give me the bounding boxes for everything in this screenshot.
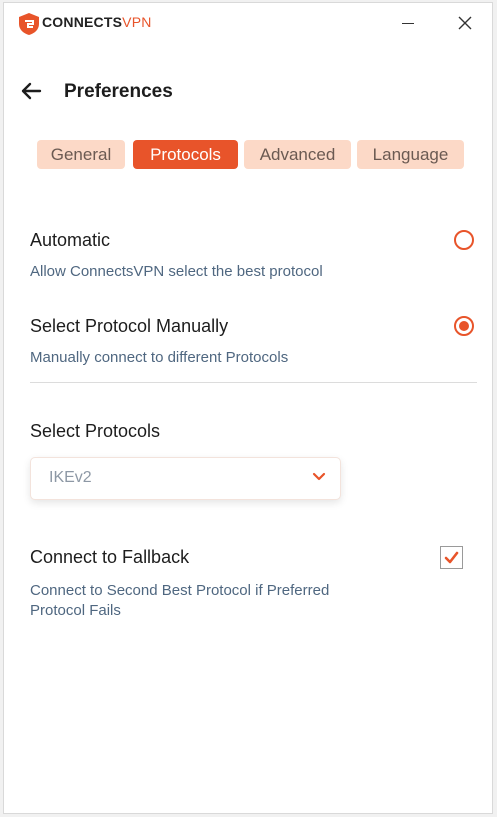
close-icon: [458, 16, 472, 30]
close-button[interactable]: [455, 13, 475, 33]
brand-main-text: CONNECTS: [42, 14, 123, 30]
fallback-description-line2: Protocol Fails: [30, 602, 121, 619]
chevron-down-icon: [312, 472, 326, 481]
manual-radio[interactable]: [454, 316, 474, 336]
brand-accent-text: VPN: [122, 14, 152, 30]
automatic-radio[interactable]: [454, 230, 474, 250]
manual-option-description: Manually connect to different Protocols: [30, 349, 289, 366]
page-header: Preferences: [4, 73, 492, 113]
app-window: CONNECTSVPN Preferences General Protocol…: [3, 2, 493, 814]
protocol-dropdown[interactable]: IKEv2: [30, 457, 341, 500]
connectsvpn-logo-icon: [19, 13, 39, 35]
title-bar: CONNECTSVPN: [4, 3, 492, 43]
protocol-dropdown-value: IKEv2: [49, 469, 92, 486]
automatic-option-title: Automatic: [30, 230, 111, 250]
checkmark-icon: [444, 551, 459, 564]
minimize-button[interactable]: [398, 13, 418, 33]
select-protocols-label: Select Protocols: [30, 421, 161, 441]
tab-language[interactable]: Language: [357, 140, 464, 169]
manual-option-title: Select Protocol Manually: [30, 316, 229, 336]
page-title: Preferences: [64, 81, 173, 102]
tab-advanced[interactable]: Advanced: [244, 140, 351, 169]
back-arrow-icon[interactable]: [20, 81, 42, 101]
automatic-option-description: Allow ConnectsVPN select the best protoc…: [30, 263, 323, 280]
fallback-checkbox[interactable]: [440, 546, 463, 569]
fallback-title: Connect to Fallback: [30, 547, 190, 567]
tab-protocols[interactable]: Protocols: [133, 140, 238, 169]
tab-general[interactable]: General: [37, 140, 125, 169]
brand-name: CONNECTSVPN: [42, 14, 152, 30]
divider: [30, 382, 477, 383]
fallback-description-line1: Connect to Second Best Protocol if Prefe…: [30, 582, 330, 599]
